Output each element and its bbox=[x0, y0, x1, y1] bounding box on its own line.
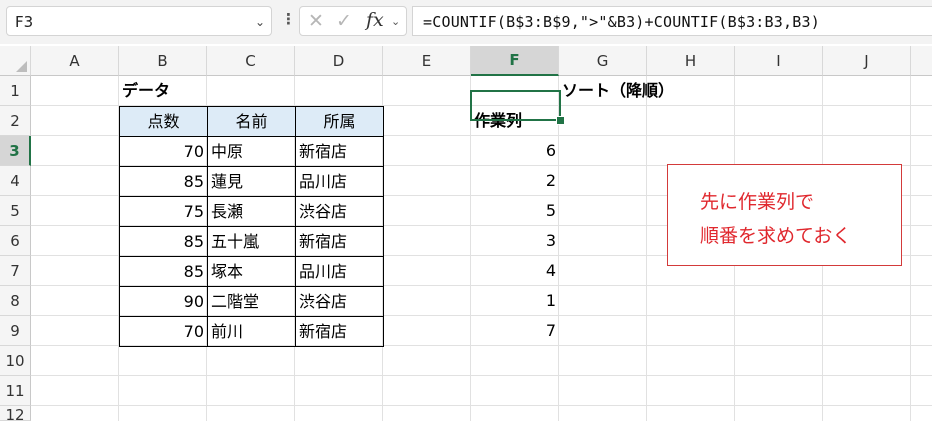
active-cell-border bbox=[470, 90, 561, 121]
row-header-1[interactable]: 1 bbox=[0, 76, 31, 106]
branch-cell[interactable]: 新宿店 bbox=[295, 136, 384, 167]
rank-cell[interactable]: 4 bbox=[471, 256, 559, 286]
gridline bbox=[31, 405, 932, 406]
branch-cell[interactable]: 渋谷店 bbox=[295, 286, 384, 317]
name-box[interactable]: F3 ⌄ bbox=[6, 6, 272, 36]
row-header-3[interactable]: 3 bbox=[0, 136, 31, 166]
row-header-5[interactable]: 5 bbox=[0, 196, 31, 226]
row-header-11[interactable]: 11 bbox=[0, 376, 31, 406]
name-cell[interactable]: 蓮見 bbox=[207, 166, 296, 197]
note-textbox[interactable]: 先に作業列で 順番を求めておく bbox=[667, 164, 902, 266]
formula-input[interactable]: =COUNTIF(B$3:B$9,">"&B3)+COUNTIF(B$3:B3,… bbox=[412, 6, 932, 36]
rank-cell[interactable]: 1 bbox=[471, 286, 559, 316]
rank-cell[interactable]: 3 bbox=[471, 226, 559, 256]
gridline bbox=[646, 76, 647, 421]
column-header-i[interactable]: I bbox=[735, 46, 823, 76]
row-header-2[interactable]: 2 bbox=[0, 106, 31, 136]
branch-cell[interactable]: 渋谷店 bbox=[295, 196, 384, 227]
fill-handle[interactable] bbox=[556, 116, 565, 125]
header-branch[interactable]: 所属 bbox=[295, 106, 384, 137]
cancel-x-icon[interactable]: ✕ bbox=[308, 10, 324, 32]
row-header-12[interactable]: 12 bbox=[0, 406, 31, 424]
column-header-j[interactable]: J bbox=[823, 46, 911, 76]
branch-cell[interactable]: 新宿店 bbox=[295, 226, 384, 257]
name-box-value: F3 bbox=[15, 13, 34, 31]
name-cell[interactable]: 中原 bbox=[207, 136, 296, 167]
rank-cell[interactable]: 2 bbox=[471, 166, 559, 196]
column-header-k[interactable] bbox=[911, 46, 932, 76]
row-header-10[interactable]: 10 bbox=[0, 346, 31, 376]
select-all-corner[interactable] bbox=[0, 46, 31, 76]
column-header-b[interactable]: B bbox=[119, 46, 207, 76]
check-icon[interactable]: ✓ bbox=[336, 10, 352, 32]
note-line-1: 先に作業列で bbox=[700, 191, 815, 213]
branch-cell[interactable]: 品川店 bbox=[295, 166, 384, 197]
formula-controls: ✕ ✓ fx ⌄ bbox=[299, 6, 407, 36]
name-cell[interactable]: 二階堂 bbox=[207, 286, 296, 317]
select-all-icon bbox=[16, 61, 27, 72]
column-header-a[interactable]: A bbox=[31, 46, 119, 76]
score-cell[interactable]: 70 bbox=[119, 316, 208, 347]
row-header-9[interactable]: 9 bbox=[0, 316, 31, 346]
more-vertical-icon[interactable]: ⋮ bbox=[281, 10, 296, 28]
row-header-7[interactable]: 7 bbox=[0, 256, 31, 286]
header-name[interactable]: 名前 bbox=[207, 106, 296, 137]
column-header-f[interactable]: F bbox=[471, 46, 559, 76]
branch-cell[interactable]: 品川店 bbox=[295, 256, 384, 287]
rank-cell[interactable]: 6 bbox=[471, 136, 559, 166]
formula-bar: F3 ⌄ ⋮ ✕ ✓ fx ⌄ =COUNTIF(B$3:B$9,">"&B3)… bbox=[0, 0, 932, 44]
rank-cell[interactable]: 7 bbox=[471, 316, 559, 346]
column-header-c[interactable]: C bbox=[207, 46, 295, 76]
note-line-2: 順番を求めておく bbox=[700, 225, 852, 247]
column-header-h[interactable]: H bbox=[647, 46, 735, 76]
header-score[interactable]: 点数 bbox=[119, 106, 208, 137]
sort-title[interactable]: ソート（降順） bbox=[559, 76, 759, 106]
score-cell[interactable]: 75 bbox=[119, 196, 208, 227]
chevron-down-icon[interactable]: ⌄ bbox=[391, 15, 400, 28]
formula-text: =COUNTIF(B$3:B$9,">"&B3)+COUNTIF(B$3:B3,… bbox=[423, 13, 820, 31]
branch-cell[interactable]: 新宿店 bbox=[295, 316, 384, 347]
row-header-8[interactable]: 8 bbox=[0, 286, 31, 316]
data-title[interactable]: データ bbox=[119, 76, 295, 106]
score-cell[interactable]: 70 bbox=[119, 136, 208, 167]
score-cell[interactable]: 85 bbox=[119, 166, 208, 197]
column-header-g[interactable]: G bbox=[559, 46, 647, 76]
fx-icon[interactable]: fx bbox=[366, 9, 384, 31]
column-header-e[interactable]: E bbox=[383, 46, 471, 76]
gridline bbox=[31, 375, 932, 376]
name-cell[interactable]: 五十嵐 bbox=[207, 226, 296, 257]
gridline bbox=[910, 76, 911, 421]
score-cell[interactable]: 85 bbox=[119, 256, 208, 287]
column-header-d[interactable]: D bbox=[295, 46, 383, 76]
score-cell[interactable]: 90 bbox=[119, 286, 208, 317]
name-cell[interactable]: 長瀬 bbox=[207, 196, 296, 227]
score-cell[interactable]: 85 bbox=[119, 226, 208, 257]
row-header-6[interactable]: 6 bbox=[0, 226, 31, 256]
name-cell[interactable]: 塚本 bbox=[207, 256, 296, 287]
row-header-4[interactable]: 4 bbox=[0, 166, 31, 196]
chevron-down-icon[interactable]: ⌄ bbox=[255, 15, 265, 29]
name-cell[interactable]: 前川 bbox=[207, 316, 296, 347]
rank-cell[interactable]: 5 bbox=[471, 196, 559, 226]
